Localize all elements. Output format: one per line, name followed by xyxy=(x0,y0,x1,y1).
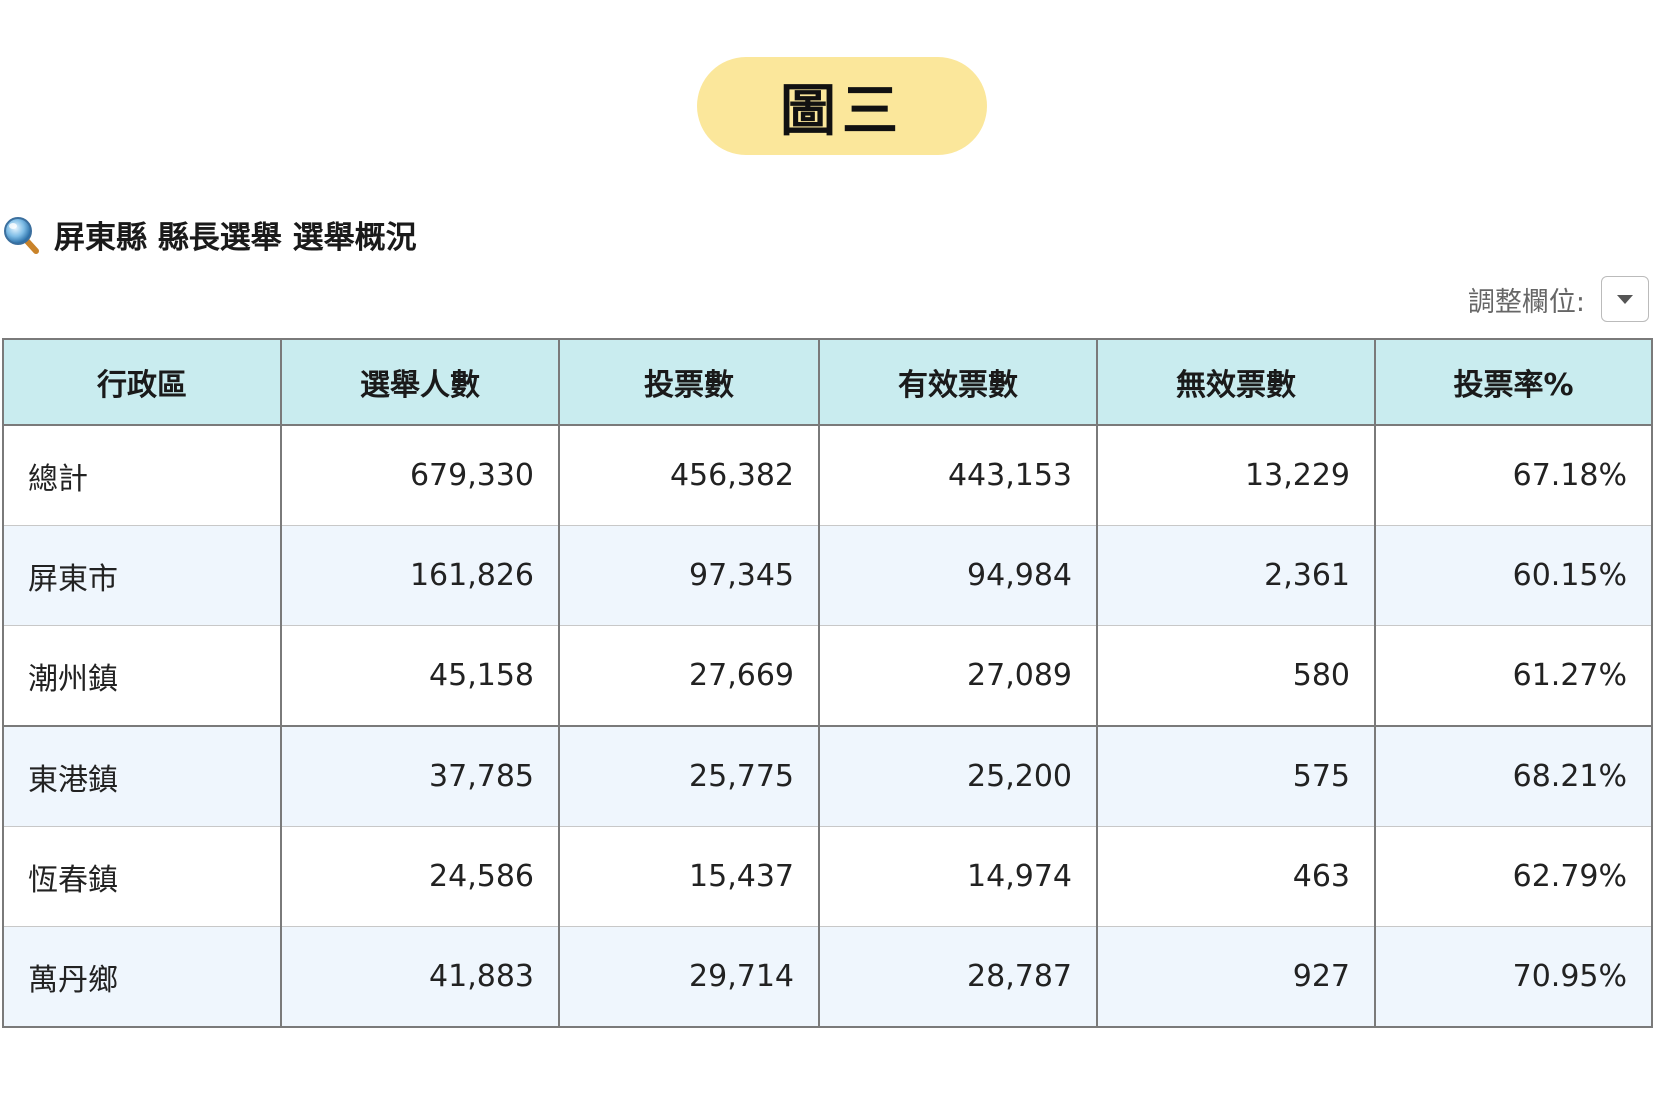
section-header: 屏東縣 縣長選舉 選舉概況 xyxy=(2,210,417,258)
cell-invalid-votes: 580 xyxy=(1096,625,1376,727)
cell-turnout: 70.95% xyxy=(1374,926,1653,1028)
cell-electors: 37,785 xyxy=(280,725,560,827)
table-row: 屏東市 161,826 97,345 94,984 2,361 60.15% xyxy=(2,525,1653,626)
column-adjust-label: 調整欄位: xyxy=(1467,286,1585,318)
table-row: 潮州鎮 45,158 27,669 27,089 580 61.27% xyxy=(2,625,1653,727)
table-row: 恆春鎮 24,586 15,437 14,974 463 62.79% xyxy=(2,826,1653,927)
header-invalid-votes[interactable]: 無效票數 xyxy=(1096,338,1376,426)
table-row: 萬丹鄉 41,883 29,714 28,787 927 70.95% xyxy=(2,926,1653,1028)
header-votes[interactable]: 投票數 xyxy=(558,338,820,426)
cell-invalid-votes: 927 xyxy=(1096,926,1376,1028)
column-adjust: 調整欄位: xyxy=(1468,275,1649,323)
header-electors[interactable]: 選舉人數 xyxy=(280,338,560,426)
table-row: 東港鎮 37,785 25,775 25,200 575 68.21% xyxy=(2,725,1653,827)
section-title: 屏東縣 縣長選舉 選舉概況 xyxy=(54,219,417,256)
cell-district: 屏東市 xyxy=(2,525,282,626)
magnifier-icon xyxy=(2,214,40,254)
cell-invalid-votes: 463 xyxy=(1096,826,1376,927)
cell-valid-votes: 28,787 xyxy=(818,926,1098,1028)
cell-valid-votes: 94,984 xyxy=(818,525,1098,626)
figure-badge-label: 圖三 xyxy=(780,78,904,144)
column-adjust-dropdown[interactable] xyxy=(1601,276,1649,322)
header-turnout[interactable]: 投票率% xyxy=(1374,338,1653,426)
cell-invalid-votes: 13,229 xyxy=(1096,424,1376,526)
cell-electors: 679,330 xyxy=(280,424,560,526)
cell-valid-votes: 14,974 xyxy=(818,826,1098,927)
election-stats-table: 行政區 選舉人數 投票數 有效票數 無效票數 投票率% 總計 679,330 4… xyxy=(2,338,1653,1028)
cell-votes: 29,714 xyxy=(558,926,820,1028)
cell-invalid-votes: 575 xyxy=(1096,725,1376,827)
cell-votes: 25,775 xyxy=(558,725,820,827)
cell-district: 東港鎮 xyxy=(2,725,282,827)
cell-turnout: 60.15% xyxy=(1374,525,1653,626)
cell-district: 萬丹鄉 xyxy=(2,926,282,1028)
table-row: 總計 679,330 456,382 443,153 13,229 67.18% xyxy=(2,424,1653,526)
cell-votes: 456,382 xyxy=(558,424,820,526)
cell-votes: 15,437 xyxy=(558,826,820,927)
cell-invalid-votes: 2,361 xyxy=(1096,525,1376,626)
cell-electors: 161,826 xyxy=(280,525,560,626)
cell-electors: 45,158 xyxy=(280,625,560,727)
cell-turnout: 61.27% xyxy=(1374,625,1653,727)
caret-down-icon xyxy=(1617,290,1633,309)
cell-turnout: 62.79% xyxy=(1374,826,1653,927)
cell-valid-votes: 443,153 xyxy=(818,424,1098,526)
cell-votes: 97,345 xyxy=(558,525,820,626)
cell-district: 總計 xyxy=(2,424,282,526)
cell-electors: 24,586 xyxy=(280,826,560,927)
cell-valid-votes: 25,200 xyxy=(818,725,1098,827)
cell-district: 恆春鎮 xyxy=(2,826,282,927)
header-district[interactable]: 行政區 xyxy=(2,338,282,426)
cell-turnout: 68.21% xyxy=(1374,725,1653,827)
figure-badge: 圖三 xyxy=(697,57,987,155)
cell-turnout: 67.18% xyxy=(1374,424,1653,526)
cell-votes: 27,669 xyxy=(558,625,820,727)
header-valid-votes[interactable]: 有效票數 xyxy=(818,338,1098,426)
cell-electors: 41,883 xyxy=(280,926,560,1028)
cell-valid-votes: 27,089 xyxy=(818,625,1098,727)
table-header-row: 行政區 選舉人數 投票數 有效票數 無效票數 投票率% xyxy=(2,338,1653,426)
cell-district: 潮州鎮 xyxy=(2,625,282,727)
